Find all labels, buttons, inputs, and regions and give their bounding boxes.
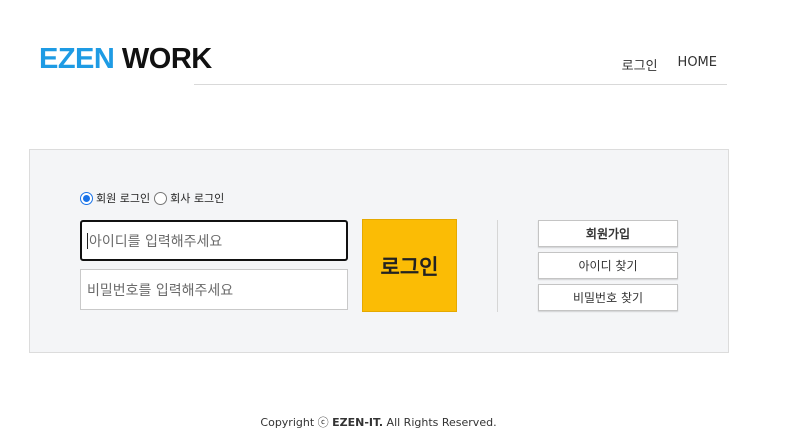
footer-brand: EZEN-IT. bbox=[332, 416, 384, 429]
footer-suffix: All Rights Reserved. bbox=[386, 416, 497, 429]
member-login-label[interactable]: 회원 로그인 bbox=[96, 190, 150, 206]
login-button[interactable]: 로그인 bbox=[362, 219, 457, 312]
login-panel: 회원 로그인 회사 로그인 아이디를 입력해주세요 비밀번호를 입력해주세요 로… bbox=[29, 149, 729, 353]
logo-ezen: EZEN bbox=[39, 43, 115, 75]
logo[interactable]: EZEN WORK bbox=[39, 42, 212, 76]
join-button[interactable]: 회원가입 bbox=[538, 220, 678, 247]
footer-copyright: Copyright ⓒ EZEN-IT. All Rights Reserved… bbox=[0, 414, 757, 430]
member-login-radio[interactable] bbox=[80, 191, 93, 205]
header-divider bbox=[194, 84, 727, 85]
company-login-radio[interactable] bbox=[154, 191, 168, 205]
id-input[interactable]: 아이디를 입력해주세요 bbox=[80, 220, 348, 261]
find-password-button[interactable]: 비밀번호 찾기 bbox=[538, 284, 678, 311]
top-nav: 로그인 HOME bbox=[622, 55, 717, 74]
text-caret bbox=[87, 232, 88, 249]
id-input-placeholder: 아이디를 입력해주세요 bbox=[89, 233, 223, 250]
nav-login-link[interactable]: 로그인 bbox=[622, 55, 658, 74]
find-id-button[interactable]: 아이디 찾기 bbox=[538, 252, 678, 279]
vertical-divider bbox=[497, 220, 498, 312]
password-input[interactable]: 비밀번호를 입력해주세요 bbox=[80, 269, 348, 310]
member-type-group: 회원 로그인 회사 로그인 bbox=[80, 190, 228, 206]
nav-home-link[interactable]: HOME bbox=[678, 55, 717, 74]
company-login-label[interactable]: 회사 로그인 bbox=[170, 190, 224, 206]
footer-prefix: Copyright ⓒ bbox=[260, 416, 329, 429]
password-input-placeholder: 비밀번호를 입력해주세요 bbox=[87, 282, 234, 299]
logo-work: WORK bbox=[121, 43, 212, 75]
